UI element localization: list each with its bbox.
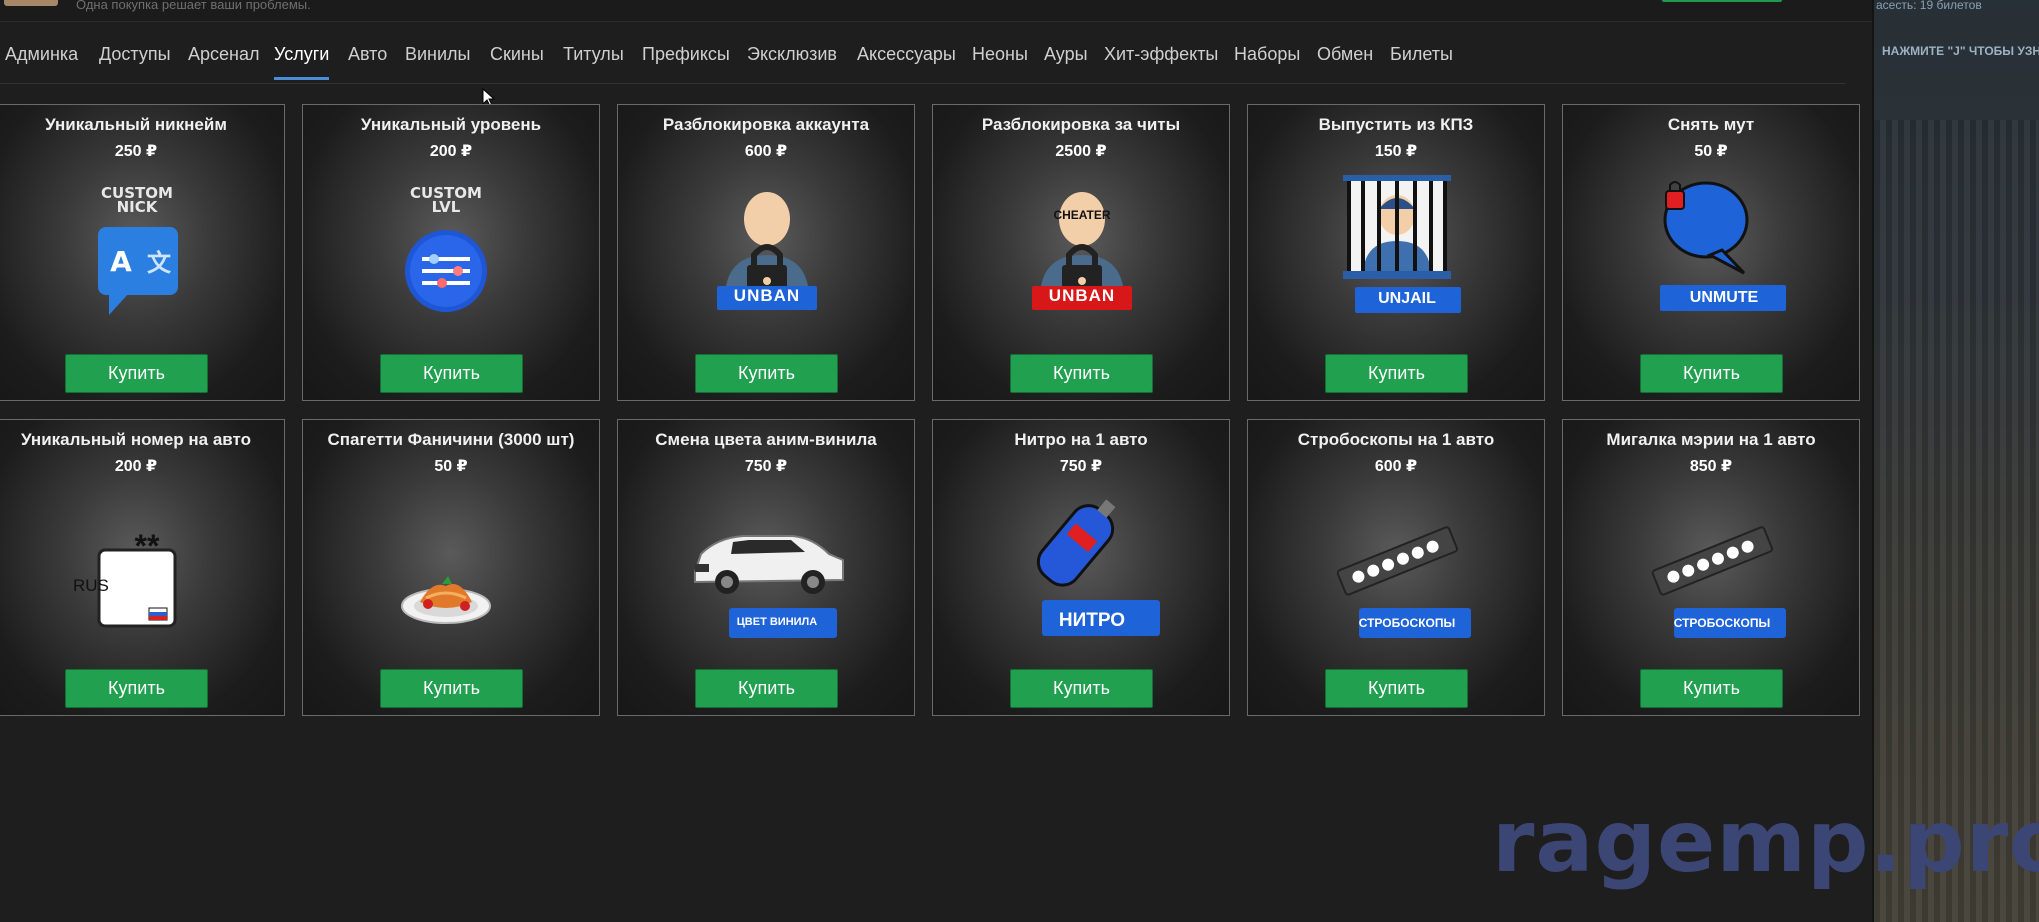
tab-services[interactable]: Услуги — [274, 44, 330, 80]
tab-exclusive[interactable]: Эксклюзив — [747, 44, 837, 77]
page-subtitle: Одна покупка решает ваши проблемы. — [76, 0, 311, 12]
tab-exchange[interactable]: Обмен — [1317, 44, 1373, 77]
card-title: Снять мут — [1667, 115, 1755, 134]
card-badge: СТРОБОСКОПЫ — [1673, 616, 1771, 630]
card-price: 600 ₽ — [1374, 458, 1418, 475]
buy-button[interactable]: Купить — [695, 354, 838, 393]
card-badge: СТРОБОСКОПЫ — [1358, 616, 1456, 630]
card-title: Уникальный номер на авто — [21, 430, 251, 449]
buy-button[interactable]: Купить — [1325, 669, 1468, 708]
card-price: 200 ₽ — [429, 143, 473, 160]
product-card-vinyl-color[interactable]: Смена цвета аним-винила 750 ₽ ЦВЕТ ВИНИЛ… — [617, 419, 915, 716]
card-price: 50 ₽ — [434, 458, 468, 475]
card-title: Спагетти Фаничини (3000 шт) — [327, 430, 575, 449]
card-price: 2500 ₽ — [1055, 143, 1107, 160]
tab-vinyls[interactable]: Винилы — [405, 44, 471, 77]
buy-button[interactable]: Купить — [65, 669, 208, 708]
category-tabs: Админка Доступы Арсенал Услуги Авто Вини… — [0, 38, 1846, 84]
tab-tickets[interactable]: Билеты — [1390, 44, 1453, 77]
buy-button[interactable]: Купить — [695, 669, 838, 708]
tickets-count: асесть: 19 билетов — [1876, 0, 1982, 12]
card-title: Стробоскопы на 1 авто — [1297, 430, 1495, 449]
tab-auto[interactable]: Авто — [348, 44, 387, 77]
buy-button[interactable]: Купить — [1640, 354, 1783, 393]
card-title: Нитро на 1 авто — [1014, 430, 1148, 449]
custom-nick-icon: CUSTOM NICK A 文 — [98, 184, 178, 315]
buy-button[interactable]: Купить — [380, 354, 523, 393]
watermark: ragemp.pro — [1492, 792, 2039, 892]
card-price: 850 ₽ — [1689, 458, 1733, 475]
license-plate-icon — [97, 548, 177, 628]
plate-number: ** — [134, 528, 160, 564]
card-title: Уникальный никнейм — [45, 115, 227, 134]
hint-text: НАЖМИТЕ "J" ЧТОБЫ УЗН — [1882, 44, 2039, 58]
buy-button[interactable]: Купить — [1640, 669, 1783, 708]
card-title: Разблокировка за читы — [981, 115, 1181, 134]
product-card-account-unban[interactable]: Разблокировка аккаунта 600 ₽ UNBAN Купит… — [617, 104, 915, 401]
card-badge: UNMUTE — [1689, 289, 1759, 306]
card-price: 750 ₽ — [1059, 458, 1103, 475]
tab-admin[interactable]: Админка — [5, 44, 78, 77]
logo — [4, 0, 58, 6]
tab-arsenal[interactable]: Арсенал — [188, 44, 259, 77]
tab-hit-effects[interactable]: Хит-эффекты — [1104, 44, 1218, 77]
tab-prefixes[interactable]: Префиксы — [642, 44, 730, 77]
custom-level-icon: CUSTOM LVL — [405, 184, 487, 312]
product-card-cheat-unban[interactable]: Разблокировка за читы 2500 ₽ CHEATER UNB… — [932, 104, 1230, 401]
product-card-spaghetti[interactable]: Спагетти Фаничини (3000 шт) 50 ₽ Купить — [302, 419, 600, 716]
side-panel: асесть: 19 билетов НАЖМИТЕ "J" ЧТОБЫ УЗН — [1872, 0, 2039, 922]
tab-skins[interactable]: Скины — [490, 44, 544, 77]
buy-button[interactable]: Купить — [1325, 354, 1468, 393]
product-card-custom-level[interactable]: Уникальный уровень 200 ₽ CUSTOM LVL Купи… — [302, 104, 600, 401]
product-card-mayor-light[interactable]: Мигалка мэрии на 1 авто 850 ₽ СТРОБОСКОП… — [1562, 419, 1860, 716]
tab-bundles[interactable]: Наборы — [1234, 44, 1300, 77]
card-price: 250 ₽ — [114, 143, 158, 160]
top-action-button[interactable] — [1662, 0, 1782, 2]
card-badge: НИТРО — [1058, 610, 1126, 631]
card-price: 600 ₽ — [744, 143, 788, 160]
tab-access[interactable]: Доступы — [99, 44, 171, 77]
tab-auras[interactable]: Ауры — [1044, 44, 1088, 77]
card-price: 750 ₽ — [744, 458, 788, 475]
card-title: Выпустить из КПЗ — [1318, 115, 1474, 134]
svg-text:NICK: NICK — [117, 198, 159, 216]
card-price: 200 ₽ — [114, 458, 158, 475]
buy-button[interactable]: Купить — [65, 354, 208, 393]
card-title: Смена цвета аним-винила — [655, 430, 877, 449]
plate-region: RUS — [73, 576, 109, 595]
card-price: 50 ₽ — [1694, 143, 1728, 160]
product-card-strobes[interactable]: Стробоскопы на 1 авто 600 ₽ СТРОБОСКОПЫ … — [1247, 419, 1545, 716]
tab-accessories[interactable]: Аксессуары — [857, 44, 956, 77]
product-card-unmute[interactable]: Снять мут 50 ₽ UNMUTE Купить — [1562, 104, 1860, 401]
buy-button[interactable]: Купить — [1010, 669, 1153, 708]
svg-text:LVL: LVL — [432, 198, 461, 216]
product-card-nitro[interactable]: Нитро на 1 авто 750 ₽ НИТРО Купить — [932, 419, 1230, 716]
card-badge: UNJAIL — [1378, 290, 1436, 307]
card-badge: UNBAN — [733, 286, 801, 305]
svg-text:文: 文 — [147, 249, 172, 277]
top-bar: Одна покупка решает ваши проблемы. — [0, 0, 1872, 22]
product-card-license-plate[interactable]: Уникальный номер на авто 200 ₽ ** RUS Ку… — [0, 419, 285, 716]
card-badge: UNBAN — [1048, 286, 1116, 305]
cheater-label: CHEATER — [1053, 208, 1111, 222]
svg-text:A: A — [110, 245, 132, 278]
buy-button[interactable]: Купить — [1010, 354, 1153, 393]
tab-neons[interactable]: Неоны — [972, 44, 1028, 77]
card-title: Разблокировка аккаунта — [662, 115, 870, 134]
spaghetti-icon — [401, 576, 491, 624]
product-card-unjail[interactable]: Выпустить из КПЗ 150 ₽ UNJAIL Купить — [1247, 104, 1545, 401]
card-badge: ЦВЕТ ВИНИЛА — [736, 616, 818, 628]
buy-button[interactable]: Купить — [380, 669, 523, 708]
card-title: Мигалка мэрии на 1 авто — [1606, 430, 1816, 449]
product-card-custom-nick[interactable]: Уникальный никнейм 250 ₽ CUSTOM NICK A 文… — [0, 104, 285, 401]
card-title: Уникальный уровень — [360, 115, 542, 134]
card-price: 150 ₽ — [1374, 143, 1418, 160]
tab-titles[interactable]: Титулы — [563, 44, 624, 77]
